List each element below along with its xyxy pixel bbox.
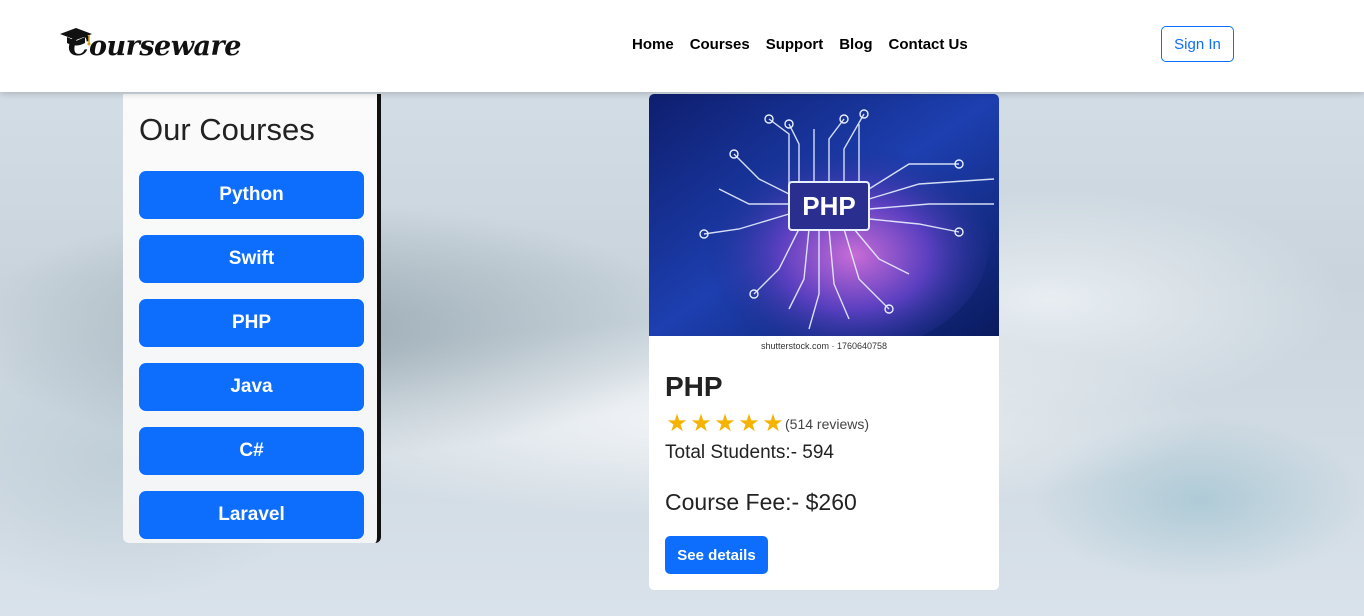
star-icon: ★	[762, 410, 784, 437]
image-watermark-caption: shutterstock.com · 1760640758	[761, 341, 887, 351]
nav-link-support[interactable]: Support	[766, 36, 824, 53]
course-button-php[interactable]: PHP	[139, 299, 364, 347]
course-image-label: PHP	[802, 191, 855, 221]
course-button-swift[interactable]: Swift	[139, 235, 364, 283]
nav-link-contact[interactable]: Contact Us	[889, 36, 968, 53]
nav-link-blog[interactable]: Blog	[839, 36, 872, 53]
course-button-python[interactable]: Python	[139, 171, 364, 219]
star-rating: ★ ★ ★ ★ ★ (514 reviews)	[665, 412, 869, 436]
course-button-java[interactable]: Java	[139, 363, 364, 411]
courses-sidebar: Our Courses Python Swift PHP Java C# Lar…	[123, 94, 381, 543]
star-icon: ★	[666, 410, 688, 437]
total-students: Total Students:- 594	[665, 442, 834, 463]
sign-in-button[interactable]: Sign In	[1161, 26, 1234, 62]
reviews-count: (514 reviews)	[785, 416, 870, 432]
star-icon: ★	[738, 410, 760, 437]
navbar: Courseware Home Courses Support Blog Con…	[0, 0, 1364, 92]
graduation-cap-icon	[60, 28, 92, 46]
see-details-button[interactable]: See details	[665, 536, 768, 574]
main-nav: Home Courses Support Blog Contact Us	[632, 36, 984, 53]
course-image: PHP shutterstock.com · 1760640758	[649, 94, 999, 354]
nav-link-home[interactable]: Home	[632, 36, 674, 53]
course-button-csharp[interactable]: C#	[139, 427, 364, 475]
sidebar-title: Our Courses	[139, 112, 315, 147]
course-title: PHP	[665, 371, 723, 402]
course-card: PHP shutterstock.com · 1760640758 PHP ★ …	[649, 94, 999, 590]
course-fee: Course Fee:- $260	[665, 489, 857, 515]
brand-logo[interactable]: Courseware	[58, 26, 241, 66]
course-button-laravel[interactable]: Laravel	[139, 491, 364, 539]
star-icon: ★	[714, 410, 736, 437]
nav-link-courses[interactable]: Courses	[690, 36, 750, 53]
star-icon: ★	[690, 410, 712, 437]
